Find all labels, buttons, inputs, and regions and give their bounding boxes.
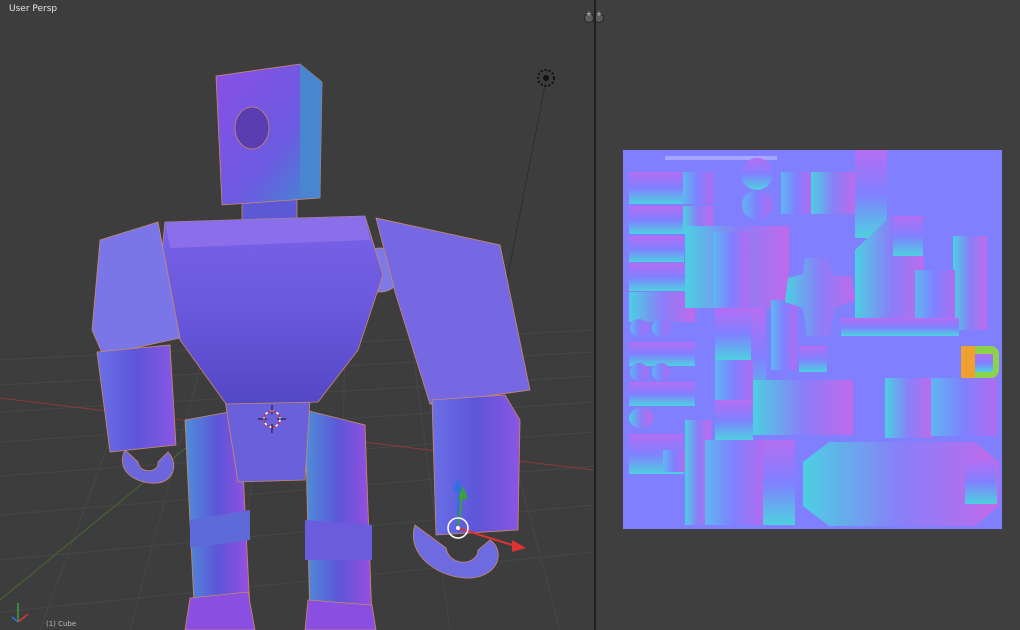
lamp-icon xyxy=(537,69,555,87)
axis-orientation-icon xyxy=(11,603,29,623)
split-area-button[interactable]: + xyxy=(584,10,594,23)
uv-image-editor[interactable]: + xyxy=(596,0,1020,630)
split-area-button-right[interactable]: + xyxy=(596,10,604,23)
viewport-canvas[interactable] xyxy=(0,0,594,630)
object-info: (1) Cube xyxy=(46,620,77,628)
view-label: User Persp xyxy=(9,4,58,14)
3d-viewport[interactable]: User Persp (1) Cube + xyxy=(0,0,594,630)
normal-map-texture[interactable] xyxy=(623,150,1002,529)
blender-window: User Persp (1) Cube + + xyxy=(0,0,1020,630)
